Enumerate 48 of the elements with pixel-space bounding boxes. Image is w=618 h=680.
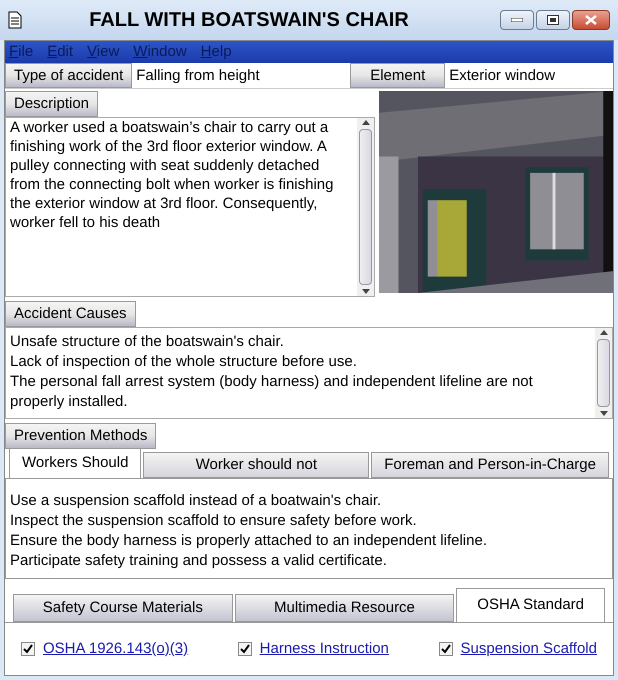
minimize-button[interactable] — [500, 10, 534, 30]
cause-text: The personal fall arrest system (body harness) and independent lifeline are not properly installed. — [10, 372, 534, 412]
maximize-icon — [547, 15, 559, 25]
scrollbar[interactable] — [357, 118, 374, 296]
tab[interactable]: Multimedia Resource — [234, 594, 454, 622]
description-text: A worker used a boatswain’s chair to carry out a finishing work of the 3rd floor exterior window. A pulley connecting with seat suddenly detached from the connecting bolt when worker is finishing the exterior window at 3rd floor. Consequently, worker fell to his death — [9, 118, 334, 233]
scroll-down-icon[interactable] — [362, 289, 370, 294]
field-value: Falling from height — [135, 66, 261, 86]
close-button[interactable] — [572, 10, 610, 30]
tab[interactable]: Worker should not — [143, 452, 370, 478]
checkbox[interactable] — [21, 642, 35, 656]
document-icon — [8, 11, 22, 29]
prevention-text: Inspect the suspension scaffold to ensure safety before work. — [10, 511, 418, 531]
field-label: Type of accident — [5, 63, 132, 88]
checkbox[interactable] — [238, 642, 252, 656]
description-box[interactable] — [5, 117, 375, 297]
maximize-button[interactable] — [536, 10, 570, 30]
field-label: Element — [350, 63, 446, 88]
cause-text: Lack of inspection of the whole structure before use. — [10, 352, 358, 372]
link[interactable]: OSHA 1926.143(o)(3) — [43, 638, 188, 660]
scroll-down-icon[interactable] — [600, 411, 608, 416]
tab[interactable]: Workers Should — [9, 448, 142, 478]
cause-text: Unsafe structure of the boatswain's chair. — [10, 332, 285, 352]
window-title: FALL WITH BOATSWAIN'S CHAIR — [88, 8, 410, 33]
prevention-text: Ensure the body harness is properly attached to an independent lifeline. — [10, 531, 488, 551]
checkbox[interactable] — [438, 642, 452, 656]
check-icon — [23, 644, 33, 654]
scrollbar[interactable] — [595, 328, 612, 418]
check-icon — [240, 644, 250, 654]
scroll-up-icon[interactable] — [600, 330, 608, 335]
causes-box[interactable]: Unsafe structure of the boatswain's chair. Lack of inspection of the whole structure before use. The personal fall arrest system (body harness) and independent lifeline are not properly installed. — [5, 327, 613, 419]
check-icon — [440, 644, 450, 654]
section-label: Prevention Methods — [5, 423, 156, 449]
close-icon — [585, 15, 597, 25]
field-value: Exterior window — [448, 66, 556, 86]
link[interactable]: Harness Instruction — [260, 638, 389, 660]
link[interactable]: Suspension Scaffold — [460, 638, 597, 660]
tab[interactable]: Foreman and Person-in-Charge — [371, 452, 609, 478]
prevention-text: Participate safety training and possess a valid certificate. — [10, 551, 388, 571]
section-label: Accident Causes — [5, 301, 136, 327]
scrollbar-thumb[interactable] — [359, 129, 372, 285]
tab[interactable]: Safety Course Materials — [13, 594, 233, 622]
minimize-icon — [511, 18, 523, 22]
prevention-text: Use a suspension scaffold instead of a boatwain's chair. — [10, 491, 382, 511]
section-label: Description — [5, 91, 98, 117]
scrollbar-thumb[interactable] — [597, 339, 610, 407]
tab[interactable]: OSHA Standard — [456, 588, 606, 622]
scroll-up-icon[interactable] — [362, 120, 370, 125]
